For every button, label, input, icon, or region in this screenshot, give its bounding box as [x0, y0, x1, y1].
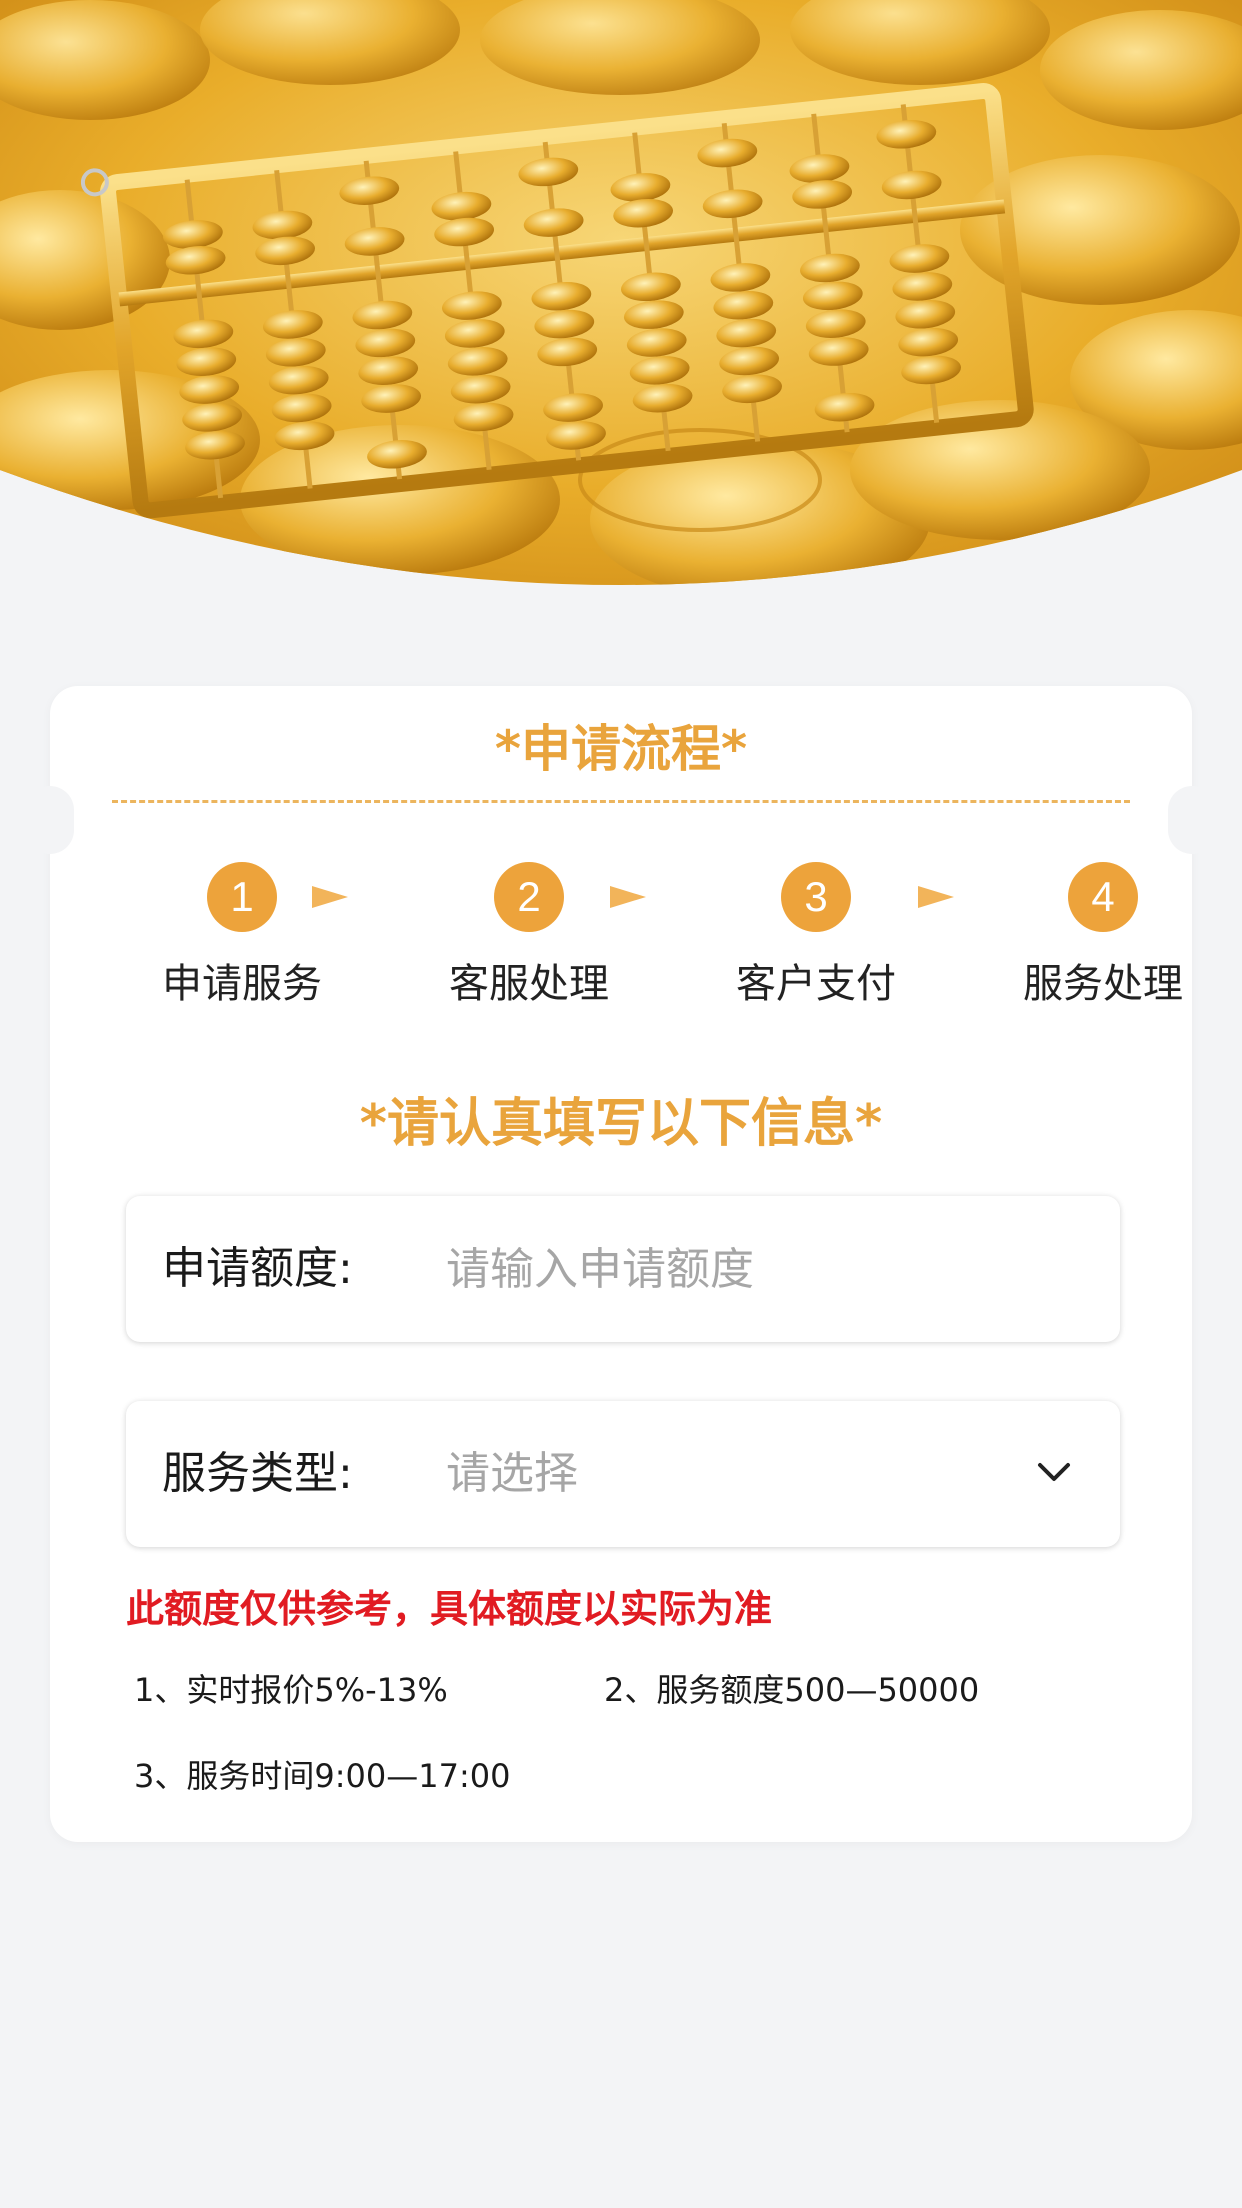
amount-field: 申请额度:: [126, 1196, 1120, 1342]
amount-label: 申请额度:: [162, 1243, 353, 1294]
step-label: 客户支付: [736, 961, 896, 1007]
notice-text: 此额度仅供参考，具体额度以实际为准: [126, 1587, 773, 1631]
hero-banner: [0, 0, 1242, 600]
triangle-arrow-icon: [312, 886, 348, 908]
application-card: *申请流程* 1 申请服务 2 客服处理 3 客户支付 4 服务处理 *请认真填…: [26, 686, 1216, 1842]
chevron-down-icon[interactable]: [1034, 1457, 1074, 1487]
info-service-hours: 3、服务时间9:00—17:00: [134, 1757, 511, 1795]
step-3: 3 客户支付: [706, 862, 926, 1010]
step-2: 2 客服处理: [419, 862, 639, 1010]
triangle-arrow-icon: [610, 886, 646, 908]
service-type-label: 服务类型:: [162, 1448, 353, 1499]
service-type-value: 请选择: [446, 1448, 578, 1499]
triangle-arrow-icon: [918, 886, 954, 908]
dashed-divider: [112, 800, 1130, 803]
step-label: 服务处理: [1023, 961, 1183, 1007]
step-number: 2: [494, 862, 564, 932]
card-notch-left: [26, 786, 74, 854]
step-4: 4 服务处理: [993, 862, 1213, 1010]
card-notch-right: [1168, 786, 1216, 854]
form-title: *请认真填写以下信息*: [359, 1094, 883, 1154]
service-type-select[interactable]: 服务类型: 请选择: [126, 1401, 1120, 1547]
info-quote: 1、实时报价5%-13%: [134, 1671, 448, 1709]
step-label: 申请服务: [162, 961, 322, 1007]
amount-input[interactable]: [446, 1236, 1046, 1302]
step-number: 4: [1068, 862, 1138, 932]
info-amount-range: 2、服务额度500—50000: [604, 1671, 980, 1709]
process-title: *申请流程*: [494, 720, 748, 778]
abacus-coins-illustration: [0, 0, 1242, 585]
step-number: 3: [781, 862, 851, 932]
step-number: 1: [207, 862, 277, 932]
step-label: 客服处理: [449, 961, 609, 1007]
